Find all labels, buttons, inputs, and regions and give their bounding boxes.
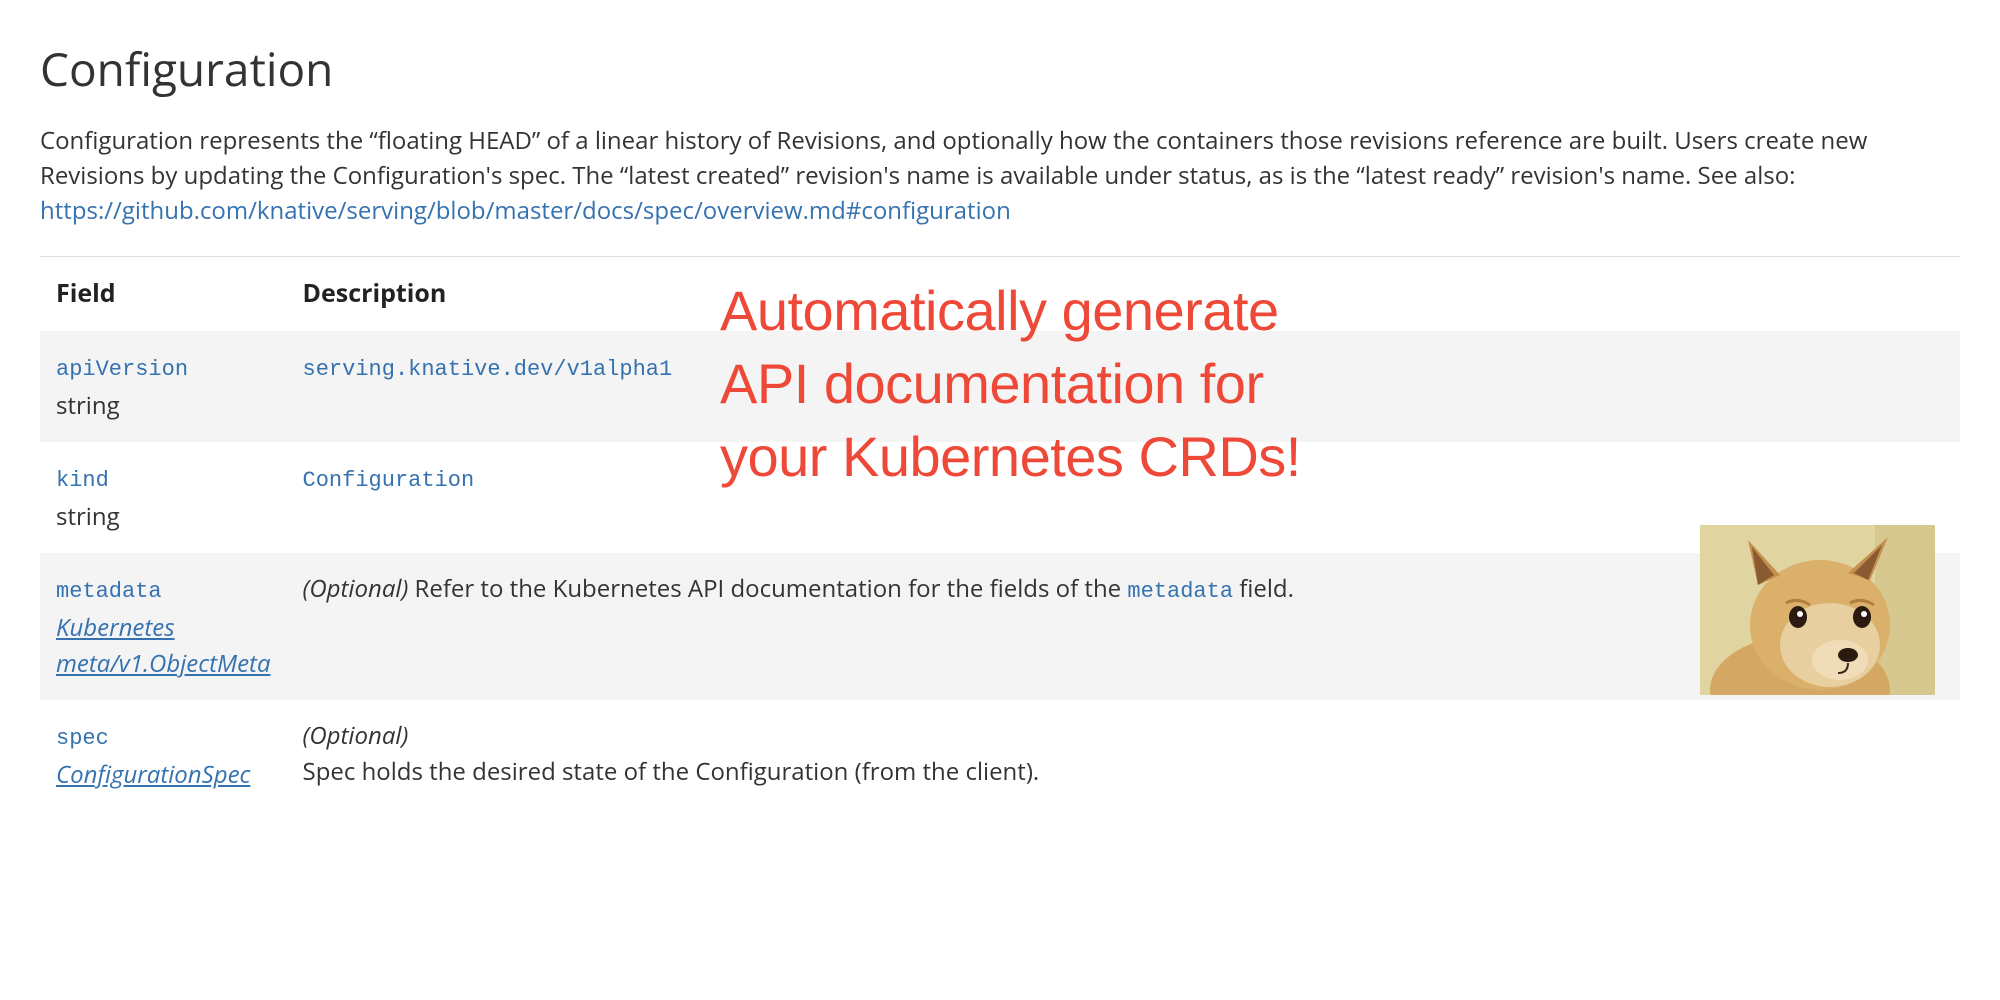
overlay-annotation: Automatically generate API documentation… bbox=[720, 275, 1301, 493]
field-name-spec: spec bbox=[56, 726, 109, 751]
table-row: metadata Kubernetes meta/v1.ObjectMeta (… bbox=[40, 553, 1960, 700]
field-type-metadata-link[interactable]: Kubernetes meta/v1.ObjectMeta bbox=[56, 610, 271, 682]
optional-label-spec: (Optional) bbox=[303, 719, 409, 752]
page-title: Configuration bbox=[40, 35, 1960, 104]
desc-spec: Spec holds the desired state of the Conf… bbox=[303, 755, 1040, 788]
intro-link[interactable]: https://github.com/knative/serving/blob/… bbox=[40, 194, 1011, 227]
desc-metadata-suffix: field. bbox=[1233, 572, 1294, 605]
field-type-apiversion: string bbox=[56, 388, 271, 424]
table-row: spec ConfigurationSpec (Optional) Spec h… bbox=[40, 700, 1960, 811]
field-type-spec-link[interactable]: ConfigurationSpec bbox=[56, 757, 271, 793]
intro-text: Configuration represents the “floating H… bbox=[40, 124, 1867, 192]
field-name-kind: kind bbox=[56, 468, 109, 493]
overlay-line3: your Kubernetes CRDs! bbox=[720, 425, 1301, 488]
field-name-apiversion: apiVersion bbox=[56, 357, 188, 382]
field-value-kind: Configuration bbox=[303, 468, 475, 493]
optional-label-metadata: (Optional) bbox=[303, 572, 409, 605]
field-name-metadata: metadata bbox=[56, 579, 162, 604]
doge-image bbox=[1700, 525, 1935, 695]
field-type-kind: string bbox=[56, 499, 271, 535]
header-field: Field bbox=[40, 257, 287, 331]
desc-metadata-prefix: Refer to the Kubernetes API documentatio… bbox=[408, 572, 1127, 605]
overlay-line1: Automatically generate bbox=[720, 279, 1279, 342]
intro-paragraph: Configuration represents the “floating H… bbox=[40, 124, 1960, 228]
field-value-apiversion: serving.knative.dev/v1alpha1 bbox=[303, 357, 673, 382]
overlay-line2: API documentation for bbox=[720, 352, 1264, 415]
desc-metadata-code: metadata bbox=[1127, 579, 1233, 604]
